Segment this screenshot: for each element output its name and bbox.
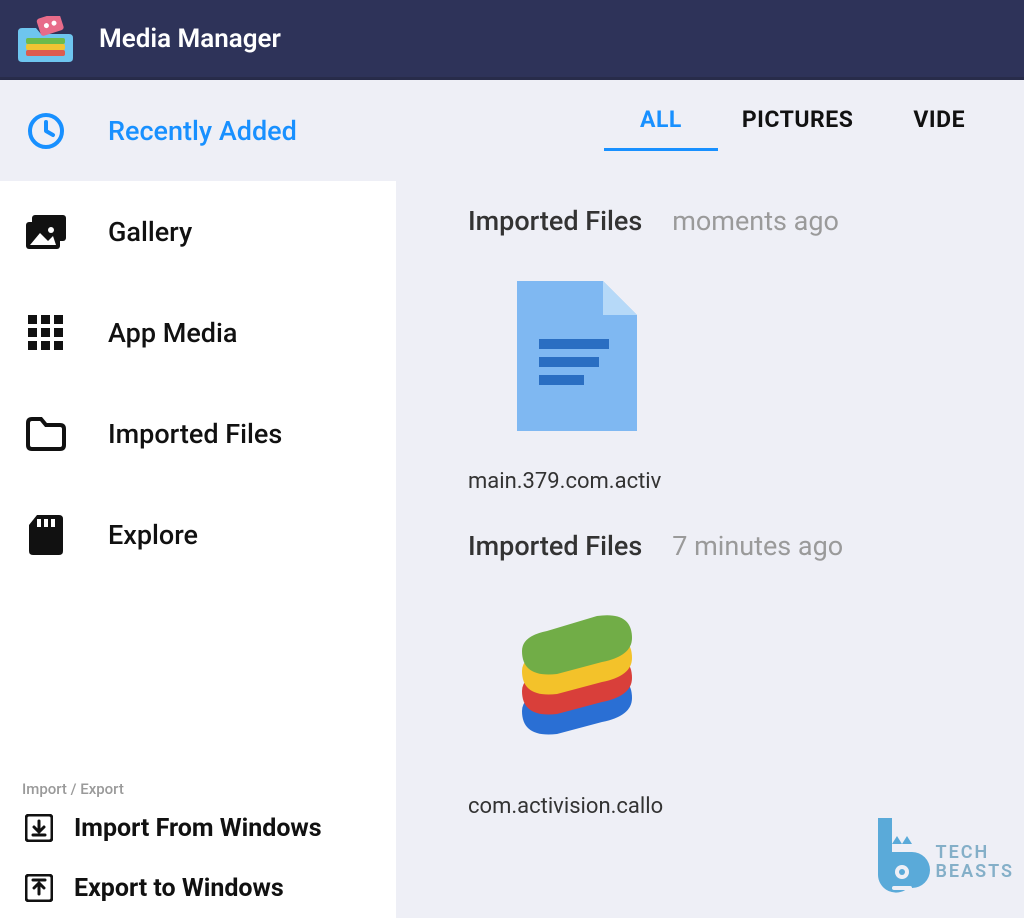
file-group-header: Imported Files 7 minutes ago: [468, 530, 1024, 562]
sidebar-item-gallery[interactable]: Gallery: [0, 181, 396, 282]
sidebar-section-label: Import / Export: [0, 780, 396, 798]
sidebar-item-imported-files[interactable]: Imported Files: [0, 383, 396, 484]
app-logo-icon: [18, 16, 73, 62]
sidebar-item-label: Recently Added: [108, 115, 297, 147]
group-title: Imported Files: [468, 530, 642, 562]
doc-file-icon: [502, 277, 652, 435]
tab-videos[interactable]: VIDE: [913, 106, 965, 145]
grid-icon: [24, 315, 68, 351]
stack-app-icon: [502, 602, 652, 760]
sidebar-item-label: Explore: [108, 519, 198, 551]
tabs: ALL PICTURES VIDE: [640, 80, 1024, 145]
file-item[interactable]: main.379.com.activ: [502, 277, 1024, 494]
import-from-windows-button[interactable]: Import From Windows: [0, 798, 396, 858]
sdcard-icon: [24, 515, 68, 555]
sidebar-item-explore[interactable]: Explore: [0, 484, 396, 585]
group-time: 7 minutes ago: [672, 530, 843, 562]
sidebar-item-label: Gallery: [108, 216, 192, 248]
action-label: Import From Windows: [74, 814, 322, 843]
export-icon: [22, 874, 56, 902]
sidebar-item-recently-added[interactable]: Recently Added: [0, 80, 396, 181]
tab-all[interactable]: ALL: [640, 106, 682, 145]
group-time: moments ago: [672, 205, 839, 237]
watermark-text-2: BEASTS: [936, 863, 1015, 882]
sidebar-item-label: Imported Files: [108, 418, 282, 450]
clock-icon: [24, 111, 68, 151]
watermark-icon: [868, 818, 930, 908]
tab-pictures[interactable]: PICTURES: [742, 106, 854, 145]
watermark: TECH BEASTS: [868, 818, 1015, 908]
sidebar: Recently Added Gallery: [0, 80, 396, 918]
app-title: Media Manager: [99, 24, 281, 54]
main-panel: ALL PICTURES VIDE Imported Files moments…: [396, 80, 1024, 918]
import-icon: [22, 814, 56, 842]
file-item[interactable]: com.activision.callo: [502, 602, 1024, 819]
file-group-header: Imported Files moments ago: [468, 205, 1024, 237]
file-name: com.activision.callo: [468, 794, 1024, 819]
image-folder-icon: [24, 215, 68, 249]
sidebar-item-app-media[interactable]: App Media: [0, 282, 396, 383]
action-label: Export to Windows: [74, 874, 284, 903]
folder-icon: [24, 417, 68, 451]
sidebar-item-label: App Media: [108, 317, 237, 349]
group-title: Imported Files: [468, 205, 642, 237]
title-bar: Media Manager: [0, 0, 1024, 80]
export-to-windows-button[interactable]: Export to Windows: [0, 858, 396, 918]
file-name: main.379.com.activ: [468, 469, 1024, 494]
